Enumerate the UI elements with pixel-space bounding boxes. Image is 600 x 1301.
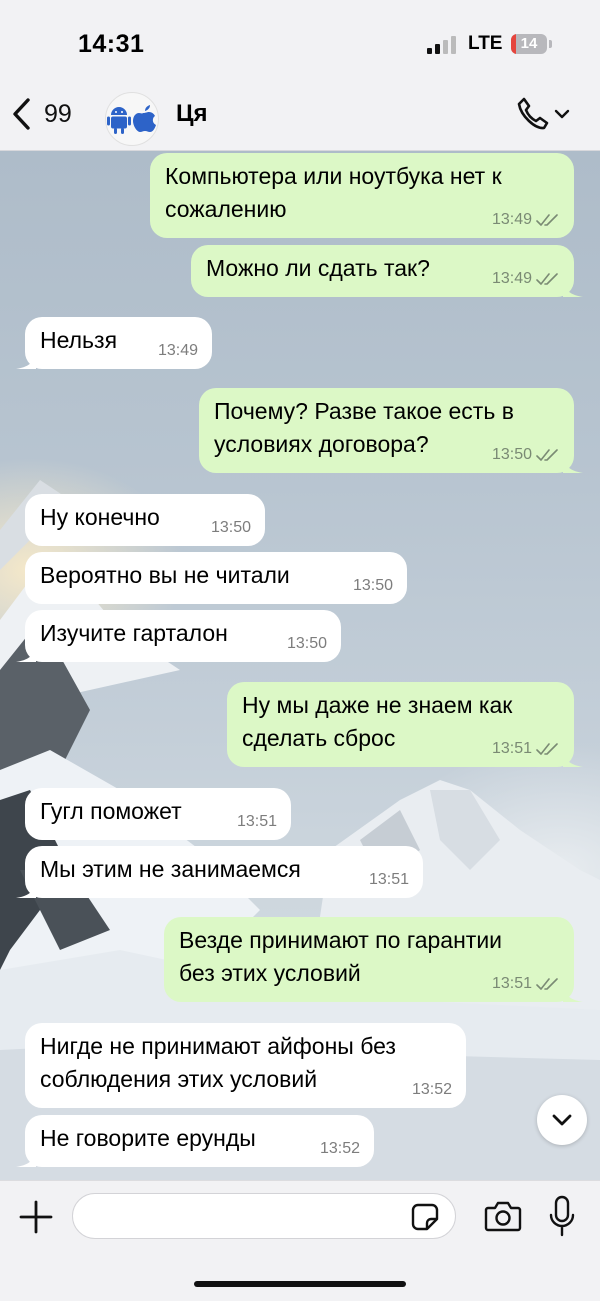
message-list[interactable]: Компьютера или ноутбука нет к сожалению … — [0, 150, 600, 1180]
message-bubble-incoming[interactable]: Мы этим не занимаемся 13:51 — [16, 846, 423, 898]
chevron-down-icon — [554, 109, 570, 119]
chat-title[interactable]: Ця — [176, 100, 208, 128]
bubble-tail — [16, 882, 36, 898]
message-meta: 13:50 — [492, 445, 560, 465]
android-apple-logo-icon — [107, 105, 156, 134]
message-bubble-incoming[interactable]: Гугл поможет 13:51 — [25, 788, 291, 840]
message-time: 13:50 — [210, 519, 251, 536]
message-time: 13:49 — [157, 342, 198, 359]
message-text: Не говорите ерунды — [40, 1125, 256, 1151]
home-indicator — [194, 1281, 406, 1287]
bubble-tail — [16, 1151, 36, 1167]
avatar[interactable] — [105, 92, 159, 146]
message-text: Изучите гарталон — [40, 620, 228, 646]
message-time: 13:50 — [352, 577, 393, 594]
bubble-tail — [563, 986, 583, 1002]
call-button[interactable] — [515, 94, 577, 134]
message-text: Вероятно вы не читали — [40, 562, 290, 588]
bubble-tail — [16, 353, 36, 369]
phone-icon — [517, 97, 549, 130]
message-meta: 13:51 — [492, 974, 560, 994]
message-bubble-outgoing[interactable]: Можно ли сдать так? 13:49 — [191, 245, 583, 297]
bubble-tail — [563, 751, 583, 767]
message-meta: 13:50 — [211, 518, 251, 538]
message-time: 13:50 — [491, 446, 532, 463]
message-time: 13:51 — [491, 975, 532, 992]
battery-level: 14 — [520, 35, 538, 52]
message-meta: 13:49 — [158, 341, 198, 361]
message-bubble-outgoing[interactable]: Ну мы даже не знаем как сделать сброс 13… — [227, 682, 583, 767]
read-ticks-icon — [536, 273, 558, 285]
message-text: Нигде не принимают айфоны без соблюдения… — [40, 1033, 396, 1092]
message-meta: 13:52 — [412, 1080, 452, 1100]
message-time: 13:51 — [236, 813, 277, 830]
message-time: 13:49 — [491, 211, 532, 228]
signal-icon — [427, 36, 459, 54]
message-text: Мы этим не занимаемся — [40, 856, 301, 882]
message-time: 13:52 — [411, 1081, 452, 1098]
status-bar: 14:31 LTE 14 — [0, 0, 600, 80]
status-time: 14:31 — [78, 30, 145, 58]
camera-icon[interactable] — [484, 1199, 522, 1233]
composer — [0, 1180, 600, 1301]
message-meta: 13:51 — [492, 739, 560, 759]
bubble-tail — [16, 646, 36, 662]
message-bubble-incoming[interactable]: Изучите гарталон 13:50 — [16, 610, 341, 662]
read-ticks-icon — [536, 743, 558, 755]
message-time: 13:50 — [286, 635, 327, 652]
bubble-tail — [563, 457, 583, 473]
message-bubble-incoming[interactable]: Вероятно вы не читали 13:50 — [25, 552, 407, 604]
plus-icon[interactable] — [18, 1199, 54, 1235]
message-bubble-outgoing[interactable]: Компьютера или ноутбука нет к сожалению … — [150, 153, 574, 238]
sticker-icon[interactable] — [410, 1202, 440, 1232]
message-meta: 13:51 — [237, 812, 277, 832]
read-ticks-icon — [536, 978, 558, 990]
message-time: 13:51 — [491, 740, 532, 757]
message-meta: 13:49 — [492, 210, 560, 230]
message-bubble-incoming[interactable]: Ну конечно 13:50 — [25, 494, 265, 546]
read-ticks-icon — [536, 214, 558, 226]
bubble-tail — [563, 281, 583, 297]
message-input[interactable] — [72, 1193, 456, 1239]
microphone-icon[interactable] — [549, 1195, 575, 1237]
message-time: 13:52 — [319, 1140, 360, 1157]
battery-cap — [549, 40, 552, 48]
back-button[interactable]: 99 — [10, 94, 72, 134]
message-time: 13:49 — [491, 270, 532, 287]
message-meta: 13:50 — [287, 634, 327, 654]
message-meta: 13:50 — [353, 576, 393, 596]
message-meta: 13:49 — [492, 269, 560, 289]
message-time: 13:51 — [368, 871, 409, 888]
unread-count: 99 — [44, 99, 72, 128]
message-bubble-outgoing[interactable]: Везде принимают по гарантии без этих усл… — [164, 917, 583, 1002]
message-bubble-incoming[interactable]: Нигде не принимают айфоны без соблюдения… — [25, 1023, 466, 1108]
scroll-to-bottom-button[interactable] — [537, 1095, 587, 1145]
battery-icon: 14 — [511, 34, 547, 54]
chevron-down-icon — [552, 1114, 572, 1126]
message-bubble-outgoing[interactable]: Почему? Разве такое есть в условиях дого… — [199, 388, 583, 473]
message-bubble-incoming[interactable]: Нельзя 13:49 — [16, 317, 212, 369]
message-meta: 13:52 — [320, 1139, 360, 1159]
message-bubble-incoming[interactable]: Не говорите ерунды 13:52 — [16, 1115, 374, 1167]
chat-header: 99 Ця — [0, 80, 600, 151]
chevron-left-icon — [13, 98, 30, 130]
network-label: LTE — [468, 33, 503, 54]
read-ticks-icon — [536, 449, 558, 461]
message-meta: 13:51 — [369, 870, 409, 890]
